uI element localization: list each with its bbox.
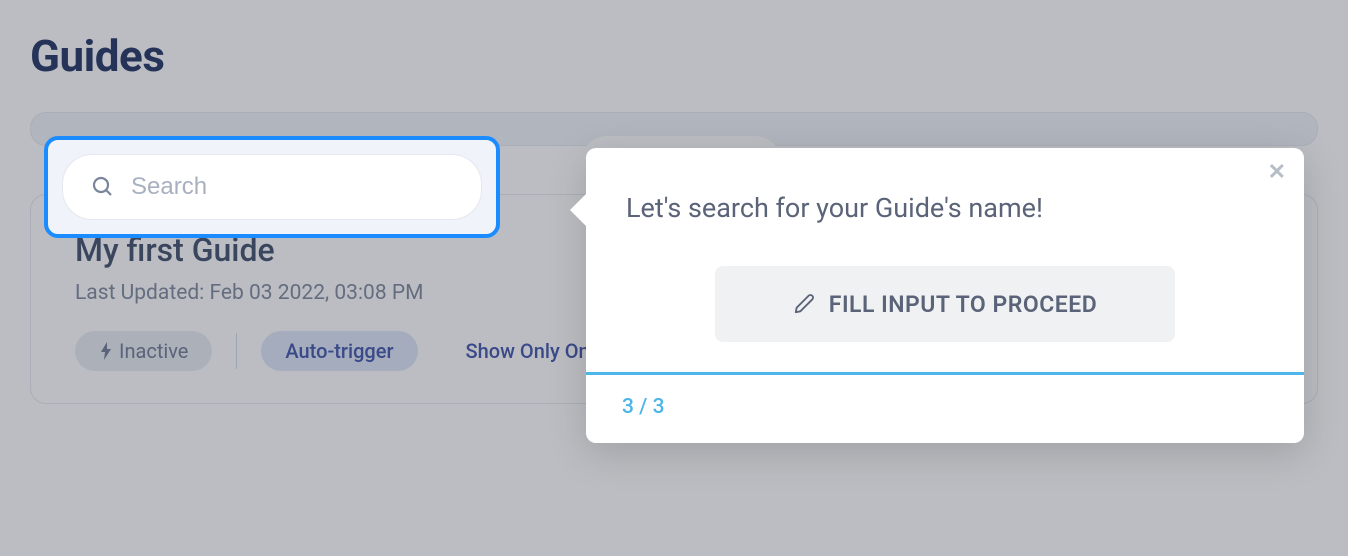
search-icon [91,175,115,199]
search-highlight [44,136,500,238]
fill-input-label: FILL INPUT TO PROCEED [829,291,1097,318]
tooltip-title: Let's search for your Guide's name! [626,192,1264,224]
close-icon[interactable]: ✕ [1268,162,1286,184]
fill-input-button[interactable]: FILL INPUT TO PROCEED [715,266,1175,342]
tooltip-footer: 3 / 3 [586,375,1304,443]
onboarding-tooltip: ✕ Let's search for your Guide's name! FI… [586,148,1304,443]
pencil-icon [793,293,815,315]
search-field[interactable] [62,154,482,220]
tooltip-arrow [570,192,588,228]
tooltip-step-counter: 3 / 3 [622,395,665,419]
search-input[interactable] [131,173,453,201]
